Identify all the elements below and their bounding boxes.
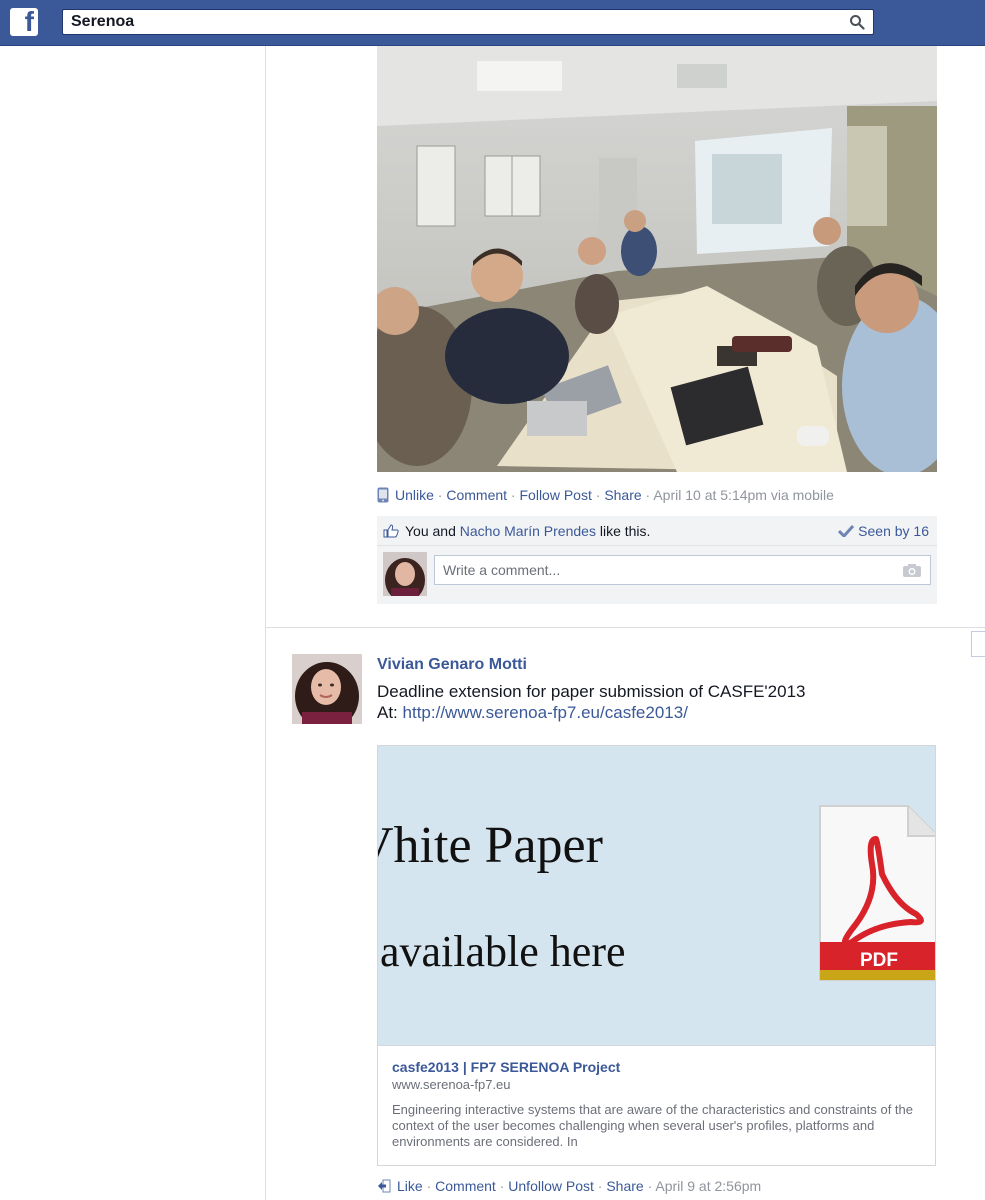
comment-link[interactable]: Comment	[446, 487, 507, 503]
comment-box[interactable]	[434, 555, 931, 585]
link-preview-card[interactable]: Vhite Paper available here PDF casfe2013…	[377, 745, 936, 1166]
comment-input[interactable]	[435, 556, 875, 584]
camera-icon[interactable]	[902, 563, 922, 578]
pdf-icon: PDF	[819, 805, 935, 981]
top-bar: f	[0, 0, 985, 46]
post-text: Deadline extension for paper submission …	[377, 681, 977, 723]
check-icon	[838, 524, 855, 539]
share-icon	[378, 1179, 391, 1193]
facebook-logo-icon[interactable]: f	[10, 6, 38, 37]
search-input[interactable]	[63, 10, 833, 34]
comment-row	[377, 546, 937, 604]
like-link[interactable]: Like	[397, 1178, 423, 1194]
share-link[interactable]: Share	[604, 487, 641, 503]
post-text-line: Deadline extension for paper submission …	[377, 682, 806, 701]
liker-name-link[interactable]: Nacho Marín Prendes	[460, 523, 596, 539]
link-domain: www.serenoa-fp7.eu	[392, 1077, 511, 1092]
post2-timestamp[interactable]: April 9 at 2:56pm	[655, 1178, 761, 1194]
post1-action-bar: Unlike · Comment · Follow Post · Share ·…	[377, 487, 834, 503]
post1-timestamp[interactable]: April 10 at 5:14pm via mobile	[653, 487, 834, 503]
unfollow-post-link[interactable]: Unfollow Post	[508, 1178, 594, 1194]
image-text-line2: available here	[380, 927, 626, 976]
post-author[interactable]: Vivian Genaro Motti	[377, 656, 527, 674]
link-prefix: At:	[377, 703, 403, 722]
mobile-icon	[377, 487, 389, 503]
image-text-line1: Vhite Paper	[378, 817, 603, 874]
comment-link[interactable]: Comment	[435, 1178, 496, 1194]
seen-by-label: Seen by 16	[858, 523, 929, 539]
search-bar[interactable]	[62, 9, 874, 35]
link-preview-image[interactable]: Vhite Paper available here PDF	[378, 746, 935, 1046]
story-divider	[266, 627, 985, 628]
likes-row: You and Nacho Marín Prendes like this. S…	[377, 516, 937, 546]
likes-prefix: You and	[405, 523, 460, 539]
post-text-link-line: At: http://www.serenoa-fp7.eu/casfe2013/	[377, 702, 977, 723]
follow-post-link[interactable]: Follow Post	[520, 487, 592, 503]
unlike-link[interactable]: Unlike	[395, 487, 434, 503]
post-photo[interactable]	[377, 46, 937, 472]
link-description: Engineering interactive systems that are…	[392, 1102, 913, 1149]
timeline-divider	[265, 46, 266, 1200]
post-link[interactable]: http://www.serenoa-fp7.eu/casfe2013/	[403, 703, 688, 722]
seen-by[interactable]: Seen by 16	[838, 516, 929, 546]
post1-feedback: You and Nacho Marín Prendes like this. S…	[377, 516, 937, 604]
likes-suffix: like this.	[595, 523, 651, 539]
share-link[interactable]: Share	[606, 1178, 643, 1194]
avatar[interactable]	[383, 552, 427, 596]
post2-action-bar: Like · Comment · Unfollow Post · Share ·…	[377, 1178, 761, 1194]
thumbs-up-icon	[383, 524, 399, 538]
story-options-button[interactable]	[971, 631, 985, 657]
link-title[interactable]: casfe2013 | FP7 SERENOA Project	[392, 1059, 620, 1075]
pdf-label: PDF	[860, 950, 898, 971]
search-icon[interactable]	[849, 14, 865, 30]
author-avatar[interactable]	[292, 654, 362, 724]
